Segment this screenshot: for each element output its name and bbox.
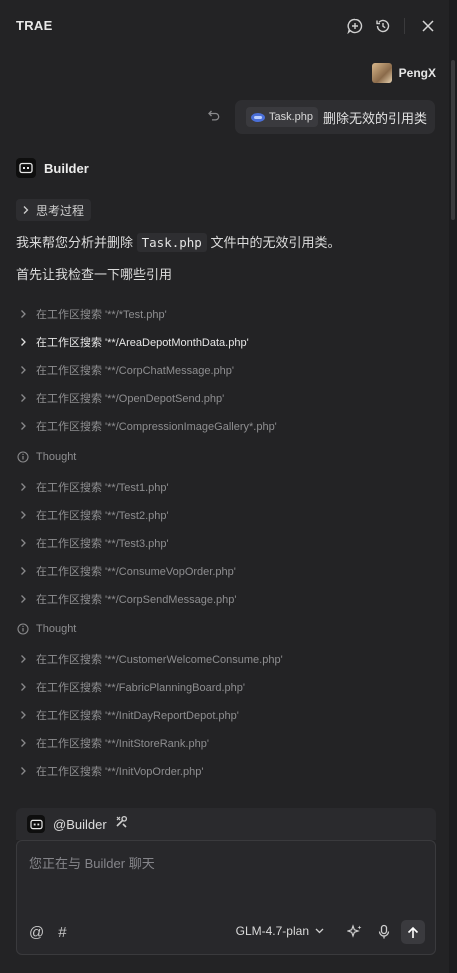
step-label: 在工作区搜索 '**/FabricPlanningBoard.php' <box>36 682 246 694</box>
search-step[interactable]: 在工作区搜索 '**/Test1.php' <box>16 477 169 497</box>
response-paragraph-1: 我来帮您分析并删除 Task.php 文件中的无效引用类。 <box>16 232 341 252</box>
search-step[interactable]: 在工作区搜索 '**/FabricPlanningBoard.php' <box>16 677 245 697</box>
new-chat-icon[interactable] <box>345 16 365 36</box>
search-step[interactable]: 在工作区搜索 '**/CustomerWelcomeConsume.php' <box>16 649 283 669</box>
inline-code: Task.php <box>136 233 207 252</box>
chevron-right-icon <box>16 482 30 492</box>
scrollbar-thumb[interactable] <box>451 60 455 220</box>
sparkle-icon[interactable] <box>343 920 367 944</box>
step-label: 在工作区搜索 '**/*Test.php' <box>36 309 167 321</box>
builder-agent-icon <box>27 815 45 833</box>
arrow-up-icon <box>407 926 419 938</box>
thought-item[interactable]: Thought <box>16 619 76 639</box>
step-label: 在工作区搜索 '**/InitDayReportDepot.php' <box>36 710 239 722</box>
php-file-icon <box>251 112 265 122</box>
search-step[interactable]: 在工作区搜索 '**/InitStoreRank.php' <box>16 733 209 753</box>
search-step[interactable]: 在工作区搜索 '**/OpenDepotSend.php' <box>16 388 224 408</box>
step-label: 在工作区搜索 '**/CorpSendMessage.php' <box>36 594 237 606</box>
search-step[interactable]: 在工作区搜索 '**/AreaDepotMonthData.php' <box>16 332 249 352</box>
step-label: 在工作区搜索 '**/InitStoreRank.php' <box>36 738 209 750</box>
search-step[interactable]: 在工作区搜索 '**/CorpSendMessage.php' <box>16 589 236 609</box>
chat-input[interactable]: 您正在与 Builder 聊天 @ # GLM-4.7-plan <box>16 840 436 955</box>
mention-button[interactable]: @ <box>29 924 44 941</box>
user-message-text: 删除无效的引用类 <box>323 110 428 126</box>
builder-name: Builder <box>44 160 89 176</box>
step-label: 在工作区搜索 '**/ConsumeVopOrder.php' <box>36 566 236 578</box>
thinking-toggle[interactable]: 思考过程 <box>16 199 92 221</box>
search-step[interactable]: 在工作区搜索 '**/ConsumeVopOrder.php' <box>16 561 236 581</box>
model-selector[interactable]: GLM-4.7-plan <box>236 924 324 938</box>
chevron-right-icon <box>16 510 30 520</box>
chat-panel: TRAE PengX Task.php 删除无效的引用类 Builder 思考过… <box>0 0 449 973</box>
chevron-right-icon <box>16 566 30 576</box>
step-label: 在工作区搜索 '**/OpenDepotSend.php' <box>36 393 225 405</box>
chat-input-placeholder: 您正在与 Builder 聊天 <box>29 856 155 871</box>
chevron-right-icon <box>16 594 30 604</box>
step-label: 在工作区搜索 '**/CompressionImageGallery*.php' <box>36 421 277 433</box>
microphone-icon[interactable] <box>372 920 396 944</box>
info-icon <box>16 451 30 463</box>
p1-text-after: 文件中的无效引用类。 <box>206 235 341 250</box>
search-step[interactable]: 在工作区搜索 '**/Test3.php' <box>16 533 169 553</box>
composer-toolbar: @ # GLM-4.7-plan <box>29 920 425 944</box>
search-step[interactable]: 在工作区搜索 '**/CompressionImageGallery*.php' <box>16 416 277 436</box>
user-message: Task.php 删除无效的引用类 <box>235 100 435 134</box>
builder-icon <box>16 158 36 178</box>
chevron-right-icon <box>16 365 30 375</box>
app-title: TRAE <box>16 18 53 33</box>
search-step[interactable]: 在工作区搜索 '**/InitVopOrder.php' <box>16 761 203 781</box>
step-label: Thought <box>36 451 77 463</box>
response-paragraph-2: 首先让我检查一下哪些引用 <box>16 267 173 282</box>
file-chip-label: Task.php <box>269 111 314 123</box>
chevron-right-icon <box>16 654 30 664</box>
search-step[interactable]: 在工作区搜索 '**/InitDayReportDepot.php' <box>16 705 239 725</box>
step-label: 在工作区搜索 '**/AreaDepotMonthData.php' <box>36 337 249 349</box>
user-identity: PengX <box>371 62 436 84</box>
composer: @Builder 您正在与 Builder 聊天 @ # GLM-4.7-pla… <box>16 808 436 955</box>
thinking-label: 思考过程 <box>36 203 85 218</box>
tools-icon[interactable] <box>115 815 128 833</box>
user-name: PengX <box>398 66 436 80</box>
hash-button[interactable]: # <box>58 924 66 941</box>
chevron-right-icon <box>23 206 29 214</box>
header: TRAE <box>0 0 449 52</box>
model-name: GLM-4.7-plan <box>235 924 309 938</box>
chevron-right-icon <box>16 738 30 748</box>
chevron-right-icon <box>16 766 30 776</box>
context-label: @Builder <box>53 816 107 832</box>
file-chip[interactable]: Task.php <box>246 107 319 127</box>
header-divider <box>404 18 405 34</box>
scrollbar[interactable] <box>449 0 457 973</box>
search-step[interactable]: 在工作区搜索 '**/*Test.php' <box>16 304 167 324</box>
builder-header: Builder <box>16 158 89 178</box>
step-label: 在工作区搜索 '**/CorpChatMessage.php' <box>36 365 234 377</box>
context-bar: @Builder <box>16 808 436 840</box>
chevron-down-icon <box>315 928 324 934</box>
thought-item[interactable]: Thought <box>16 447 76 467</box>
undo-icon[interactable] <box>207 108 225 126</box>
search-step[interactable]: 在工作区搜索 '**/Test2.php' <box>16 505 169 525</box>
history-icon[interactable] <box>373 16 393 36</box>
chevron-right-icon <box>16 337 30 347</box>
search-step[interactable]: 在工作区搜索 '**/CorpChatMessage.php' <box>16 360 234 380</box>
info-icon <box>16 623 30 635</box>
step-label: 在工作区搜索 '**/CustomerWelcomeConsume.php' <box>36 654 283 666</box>
chevron-right-icon <box>16 393 30 403</box>
p1-text-before: 我来帮您分析并删除 <box>16 235 137 250</box>
step-label: 在工作区搜索 '**/Test2.php' <box>36 510 169 522</box>
step-label: 在工作区搜索 '**/Test3.php' <box>36 538 169 550</box>
chevron-right-icon <box>16 538 30 548</box>
chevron-right-icon <box>16 309 30 319</box>
send-button[interactable] <box>401 920 425 944</box>
close-icon[interactable] <box>418 16 438 36</box>
avatar <box>371 63 392 83</box>
chevron-right-icon <box>16 421 30 431</box>
step-label: 在工作区搜索 '**/Test1.php' <box>36 482 169 494</box>
chevron-right-icon <box>16 710 30 720</box>
step-label: Thought <box>36 623 77 635</box>
chevron-right-icon <box>16 682 30 692</box>
step-label: 在工作区搜索 '**/InitVopOrder.php' <box>36 766 204 778</box>
